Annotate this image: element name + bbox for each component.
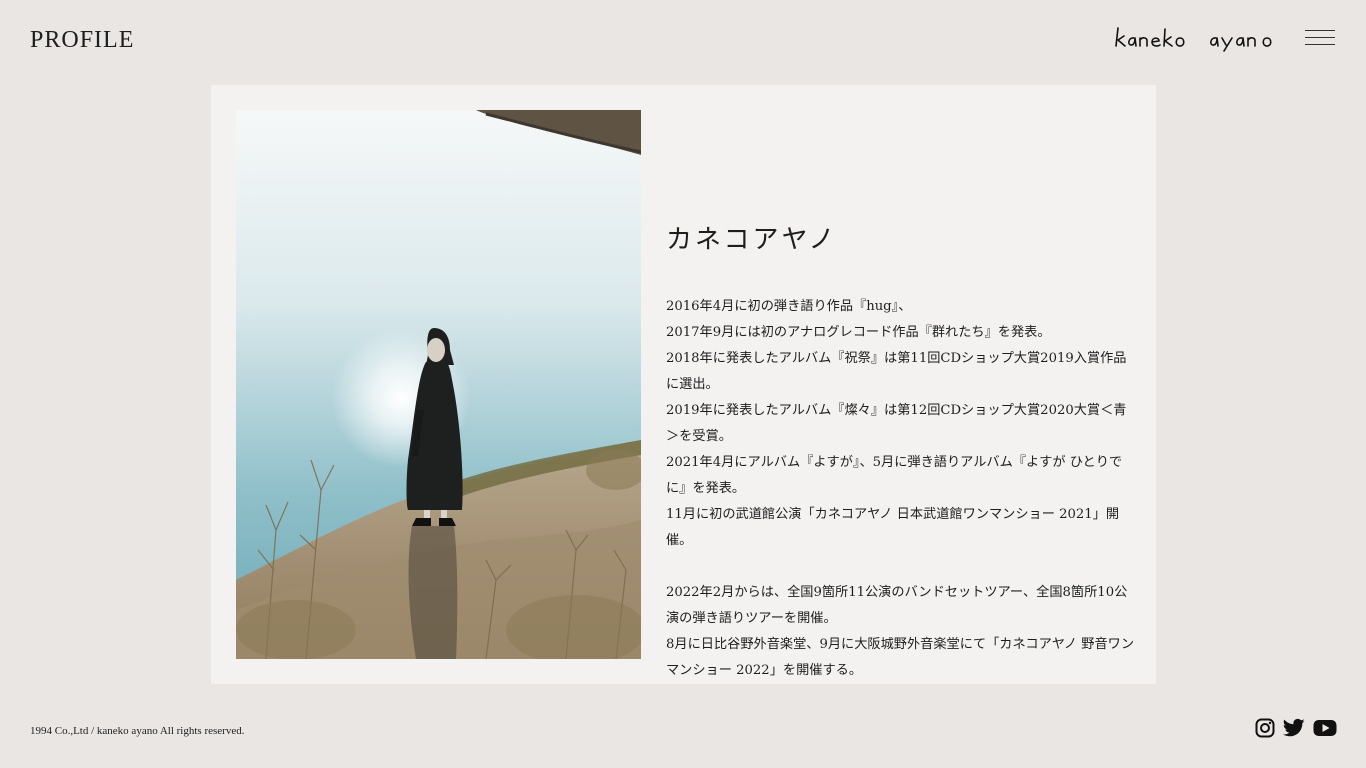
menu-bar	[1305, 37, 1335, 38]
bio-line: 2018年に発表したアルバム『祝祭』は第11回CDショップ大賞2019入賞作品に…	[666, 351, 1127, 393]
bio-line: 2019年に発表したアルバム『燦々』は第12回CDショップ大賞2020大賞＜青＞…	[666, 403, 1127, 445]
bio-line: 11月に初の武道館公演「カネコアヤノ 日本武道館ワンマンショー 2021」開催。	[666, 507, 1120, 549]
bio-line: 8月に日比谷野外音楽堂、9月に大阪城野外音楽堂にて「カネコアヤノ 野音ワンマンシ…	[666, 637, 1135, 679]
instagram-icon[interactable]	[1255, 717, 1275, 739]
biography: 2016年4月に初の弾き語り作品『hug』、 2017年9月には初のアナログレコ…	[666, 294, 1136, 684]
kaneko-ayano-logo[interactable]	[1114, 24, 1282, 52]
bio-line: 2021年4月にアルバム『よすが』、5月に弾き語りアルバム『よすが ひとりでに』…	[666, 455, 1123, 497]
bio-line: 2017年9月には初のアナログレコード作品『群れたち』を発表。	[666, 325, 1051, 341]
page: PROFILE カネコアヤノ 2016年4月に初の弾き語り作品『hug』、 20…	[0, 0, 1366, 768]
youtube-icon[interactable]	[1313, 717, 1337, 739]
artist-name: カネコアヤノ	[666, 225, 838, 255]
copyright: 1994 Co.,Ltd / kaneko ayano All rights r…	[30, 725, 245, 737]
menu-bar	[1305, 30, 1335, 31]
page-title: PROFILE	[30, 27, 135, 53]
twitter-icon[interactable]	[1283, 717, 1305, 739]
bio-line: 2022年2月からは、全国9箇所11公演のバンドセットツアー、全国8箇所10公演…	[666, 585, 1128, 627]
menu-bar	[1305, 44, 1335, 45]
profile-card: カネコアヤノ 2016年4月に初の弾き語り作品『hug』、 2017年9月には初…	[211, 85, 1156, 684]
profile-photo	[236, 110, 641, 659]
profile-text: カネコアヤノ 2016年4月に初の弾き語り作品『hug』、 2017年9月には初…	[666, 225, 1136, 684]
bio-line: 2016年4月に初の弾き語り作品『hug』、	[666, 299, 912, 315]
menu-button[interactable]	[1305, 29, 1337, 47]
